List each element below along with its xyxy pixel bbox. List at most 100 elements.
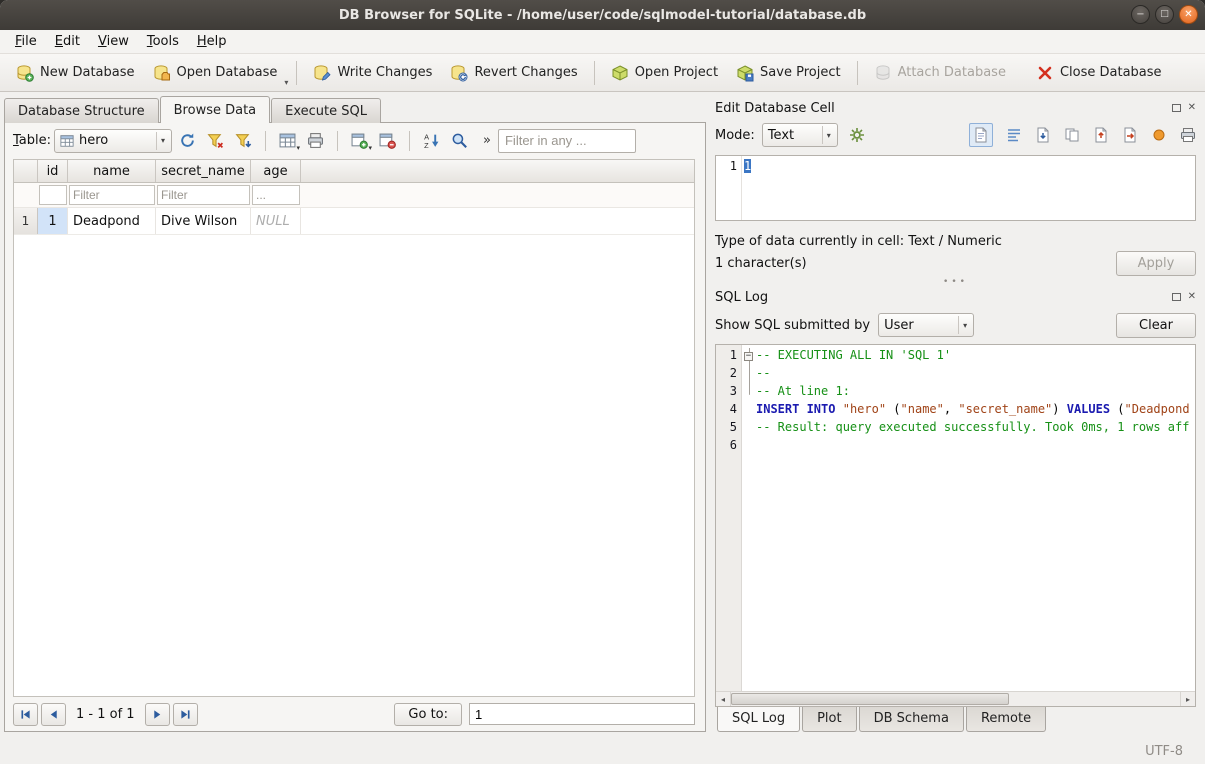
tab-db-schema[interactable]: DB Schema [859,707,964,732]
close-button[interactable]: ✕ [1179,5,1198,24]
cell-editor-line-number: 1 [730,159,737,173]
sql-log-line-text: -- [756,366,770,384]
maximize-button[interactable]: □ [1155,5,1174,24]
goto-button[interactable]: Go to: [394,703,462,726]
filter-any-input[interactable] [498,129,636,153]
table-select[interactable]: hero ▾ [54,129,172,153]
menu-tools[interactable]: Tools [138,32,188,51]
open-database-dropdown-icon[interactable]: ▾ [284,78,288,91]
save-project-button[interactable]: Save Project [728,59,849,87]
tab-sql-log[interactable]: SQL Log [717,707,800,732]
text-mode-toggle[interactable] [969,123,993,147]
fold-toggle-icon[interactable]: − [744,352,753,361]
revert-changes-icon [450,64,468,82]
sql-log-line-number: 3 [716,384,741,402]
save-table-button[interactable]: ▾ [275,128,300,153]
save-table-dropdown-icon[interactable]: ▾ [297,144,301,152]
print-icon [1180,127,1196,143]
open-project-icon [611,64,629,82]
goto-input[interactable] [469,703,695,725]
sort-button[interactable]: A Z [419,128,444,153]
export-button[interactable] [1122,127,1138,143]
open-file-button[interactable] [1035,127,1051,143]
mode-select[interactable]: Text ▾ [762,123,838,147]
find-button[interactable] [447,128,472,153]
filter-input-id[interactable] [39,185,67,205]
dock-close-icon[interactable]: ✕ [1188,292,1196,302]
scroll-right-icon[interactable]: ▸ [1180,692,1195,706]
grid-corner[interactable] [14,160,38,182]
open-database-button[interactable]: Open Database [145,59,286,87]
encoding-indicator[interactable]: UTF-8 [1145,744,1183,759]
filter-input-name[interactable] [69,185,155,205]
scroll-left-icon[interactable]: ◂ [716,692,731,706]
word-wrap-button[interactable] [1006,127,1022,143]
revert-changes-button[interactable]: Revert Changes [442,59,585,87]
import-button[interactable] [1093,127,1109,143]
menu-view[interactable]: View [89,32,138,51]
cell-secret-name[interactable]: Dive Wilson [156,208,251,234]
column-header-secret-name[interactable]: secret_name [156,160,251,182]
last-record-button[interactable] [173,703,198,726]
cell-editor-icons [969,123,1196,147]
close-database-button[interactable]: Close Database [1028,59,1170,87]
set-null-button[interactable] [1151,127,1167,143]
attach-database-button: Attach Database [866,59,1014,87]
dock-close-icon[interactable]: ✕ [1188,103,1196,113]
new-record-button[interactable]: ▾ [347,128,372,153]
cell-size-row: 1 character(s) Apply [715,251,1196,276]
cell-age[interactable]: NULL [251,208,301,234]
tab-browse-data[interactable]: Browse Data [160,96,271,123]
previous-record-button[interactable] [41,703,66,726]
first-record-icon [20,709,31,720]
tab-database-structure[interactable]: Database Structure [4,98,159,123]
column-header-id[interactable]: id [38,160,68,182]
write-changes-button[interactable]: Write Changes [305,59,440,87]
save-project-icon [736,64,754,82]
filter-input-age[interactable] [252,185,300,205]
cell-editor[interactable]: 1 1 [715,155,1196,221]
next-record-button[interactable] [145,703,170,726]
fold-margin: − [742,348,756,366]
refresh-button[interactable] [175,128,200,153]
scrollbar-thumb[interactable] [731,693,1009,705]
cell-name[interactable]: Deadpond [68,208,156,234]
menu-file[interactable]: File [6,32,46,51]
clear-log-button[interactable]: Clear [1116,313,1196,338]
column-header-name[interactable]: name [68,160,156,182]
tab-plot[interactable]: Plot [802,707,857,732]
minimize-button[interactable]: − [1131,5,1150,24]
copy-button[interactable] [1064,127,1080,143]
menu-edit[interactable]: Edit [46,32,89,51]
print-button[interactable] [303,128,328,153]
new-database-button[interactable]: New Database [8,59,143,87]
print-cell-button[interactable] [1180,127,1196,143]
dock-float-icon[interactable] [1172,293,1181,301]
titlebar[interactable]: DB Browser for SQLite - /home/user/code/… [0,0,1205,30]
first-record-button[interactable] [13,703,38,726]
save-filter-button[interactable] [231,128,256,153]
clear-filters-button[interactable] [203,128,228,153]
row-header[interactable]: 1 [14,208,38,234]
new-record-dropdown-icon[interactable]: ▾ [369,144,373,152]
filter-input-secret-name[interactable] [157,185,250,205]
sql-log-view[interactable]: 123456 −-- EXECUTING ALL IN 'SQL 1'---- … [715,344,1196,707]
cell-editor-content[interactable]: 1 [742,156,753,220]
dock-float-icon[interactable] [1172,104,1181,112]
open-project-button[interactable]: Open Project [603,59,726,87]
toolbar-overflow-icon[interactable]: » [483,133,491,148]
tab-remote[interactable]: Remote [966,707,1046,732]
sql-log-hscrollbar[interactable]: ◂ ▸ [716,691,1195,706]
menu-help[interactable]: Help [188,32,236,51]
copy-icon [1064,127,1080,143]
sql-source-select[interactable]: User ▾ [878,313,974,337]
dock-resize-handle[interactable]: ••• [715,276,1196,287]
sql-log-line-text: -- At line 1: [756,384,850,402]
delete-record-button[interactable] [375,128,400,153]
auto-format-button[interactable] [845,123,870,148]
grid-header: id name secret_name age [14,160,694,183]
cell-id[interactable]: 1 [38,208,68,234]
column-header-age[interactable]: age [251,160,301,182]
tab-execute-sql[interactable]: Execute SQL [271,98,381,123]
mode-select-arrow-icon: ▾ [822,126,834,144]
